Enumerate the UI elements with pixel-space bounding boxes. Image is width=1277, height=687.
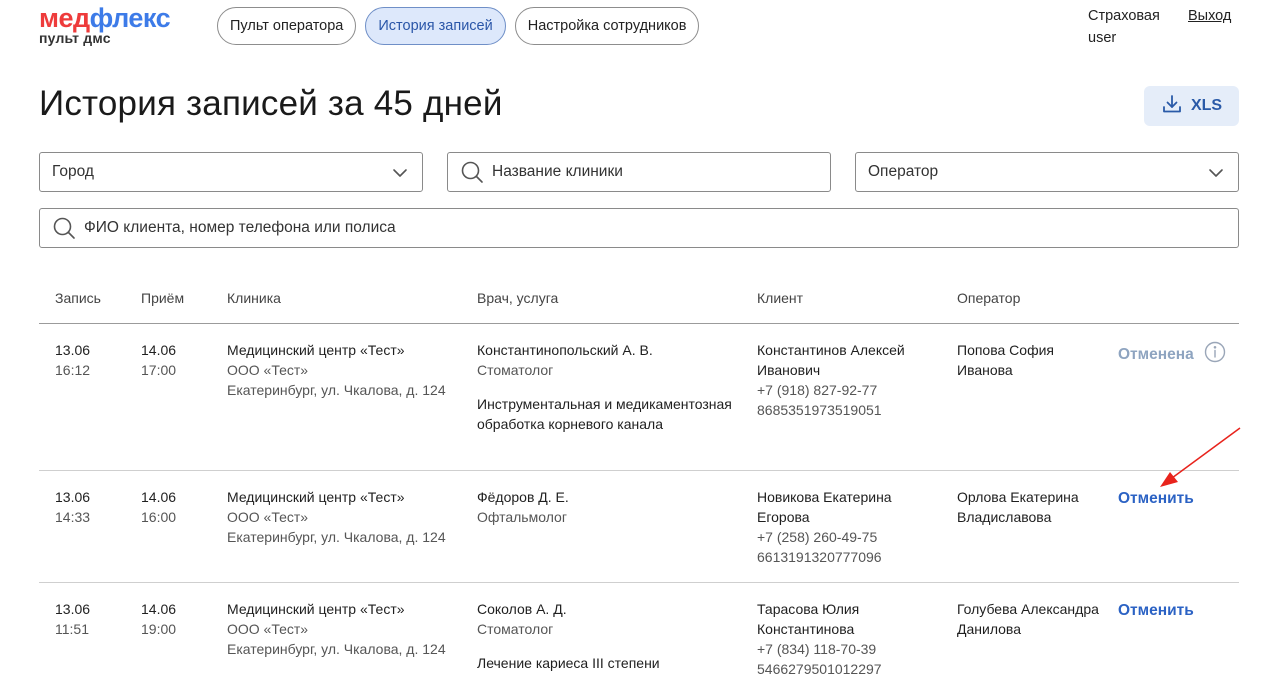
operator-select[interactable]: Оператор <box>855 152 1239 192</box>
client-phone: +7 (834) 118-70-39 <box>757 641 877 657</box>
visit-date: 14.06 <box>141 601 177 617</box>
doctor-name: Фёдоров Д. Е. <box>477 489 569 505</box>
visit-date: 14.06 <box>141 342 177 358</box>
client-search-placeholder: ФИО клиента, номер телефона или полиса <box>84 219 396 236</box>
chevron-down-icon <box>392 165 408 186</box>
booked-date: 13.06 <box>55 601 91 617</box>
doctor-name: Константинопольский А. В. <box>477 342 653 358</box>
visit-time: 19:00 <box>141 621 177 637</box>
client-policy: 5466279501012297 <box>757 661 882 677</box>
booked-time: 11:51 <box>55 621 89 637</box>
export-xls-button[interactable]: XLS <box>1144 86 1239 126</box>
client-phone: +7 (918) 827-92-77 <box>757 382 878 398</box>
clinic-name: Медицинский центр «Тест» <box>227 489 405 505</box>
clinic-name: Медицинский центр «Тест» <box>227 601 405 617</box>
service-name: Инструментальная и медикаментозная обраб… <box>477 396 732 432</box>
main-nav: Пульт оператора История записей Настройк… <box>217 7 700 45</box>
operator-name: Орлова Екатерина Владиславова <box>957 489 1079 525</box>
download-icon <box>1161 93 1183 120</box>
operator-select-value: Оператор <box>868 163 939 180</box>
operator-name: Попова София Иванова <box>957 342 1054 378</box>
doctor-specialty: Офтальмолог <box>477 509 567 525</box>
booked-time: 16:12 <box>55 362 91 378</box>
column-header-operator: Оператор <box>957 290 1021 306</box>
row-divider <box>39 582 1239 583</box>
nav-staff-settings[interactable]: Настройка сотрудников <box>514 7 700 45</box>
client-name: Константинов Алексей Иванович <box>757 342 905 378</box>
logo[interactable]: медфлекс пульт дмс <box>39 3 171 46</box>
cancel-booking-button[interactable]: Отменить <box>1118 601 1194 621</box>
clinic-org: ООО «Тест» <box>227 509 309 525</box>
doctor-specialty: Стоматолог <box>477 362 554 378</box>
client-phone: +7 (258) 260-49-75 <box>757 529 878 545</box>
client-name: Тарасова Юлия Константинова <box>757 601 860 637</box>
clinic-address: Екатеринбург, ул. Чкалова, д. 124 <box>227 382 446 398</box>
column-header-clinic: Клиника <box>227 290 281 306</box>
nav-operator-console[interactable]: Пульт оператора <box>217 7 357 45</box>
canceled-label: Отменена <box>1118 346 1194 363</box>
clinic-org: ООО «Тест» <box>227 621 309 637</box>
clinic-org: ООО «Тест» <box>227 362 309 378</box>
user-login: user <box>1088 30 1117 46</box>
clinic-name: Медицинский центр «Тест» <box>227 342 405 358</box>
logo-text-flex: флекс <box>89 3 171 33</box>
visit-time: 17:00 <box>141 362 177 378</box>
search-icon <box>460 160 484 184</box>
booked-date: 13.06 <box>55 342 91 358</box>
operator-name: Голубева Александра Данилова <box>957 601 1099 637</box>
info-icon[interactable] <box>1204 341 1226 369</box>
clinic-address: Екатеринбург, ул. Чкалова, д. 124 <box>227 529 446 545</box>
cancel-booking-button[interactable]: Отменить <box>1118 489 1194 509</box>
visit-time: 16:00 <box>141 509 177 525</box>
clinic-search-input[interactable]: Название клиники <box>447 152 831 192</box>
header-divider <box>39 323 1239 324</box>
booked-time: 14:33 <box>55 509 91 525</box>
column-header-doctor: Врач, услуга <box>477 290 559 306</box>
client-search-input[interactable]: ФИО клиента, номер телефона или полиса <box>39 208 1239 248</box>
doctor-name: Соколов А. Д. <box>477 601 567 617</box>
clinic-search-placeholder: Название клиники <box>492 163 623 180</box>
city-select-value: Город <box>52 163 94 180</box>
logo-text-med: мед <box>39 3 90 33</box>
city-select[interactable]: Город <box>39 152 423 192</box>
export-xls-label: XLS <box>1190 97 1223 114</box>
client-policy: 8685351973519051 <box>757 402 882 418</box>
canceled-status: Отменена <box>1118 341 1226 369</box>
row-divider <box>39 470 1239 471</box>
logo-subtitle: пульт дмс <box>39 30 111 46</box>
column-header-booked: Запись <box>55 290 101 306</box>
doctor-specialty: Стоматолог <box>477 621 554 637</box>
chevron-down-icon <box>1208 165 1224 186</box>
column-header-client: Клиент <box>757 290 804 306</box>
annotation-arrow-icon <box>1160 427 1241 487</box>
user-info: Страховая user <box>1088 5 1160 49</box>
booked-date: 13.06 <box>55 489 91 505</box>
visit-date: 14.06 <box>141 489 177 505</box>
user-company: Страховая <box>1088 8 1160 24</box>
service-name: Лечение кариеса III степени <box>477 655 660 671</box>
clinic-address: Екатеринбург, ул. Чкалова, д. 124 <box>227 641 446 657</box>
client-name: Новикова Екатерина Егорова <box>757 489 892 525</box>
logout-link[interactable]: Выход <box>1188 5 1231 27</box>
search-icon <box>52 216 76 240</box>
client-policy: 6613191320777096 <box>757 549 882 565</box>
column-header-visit: Приём <box>141 290 185 306</box>
page-title: История записей за 45 дней <box>39 84 503 123</box>
nav-booking-history[interactable]: История записей <box>365 7 506 45</box>
